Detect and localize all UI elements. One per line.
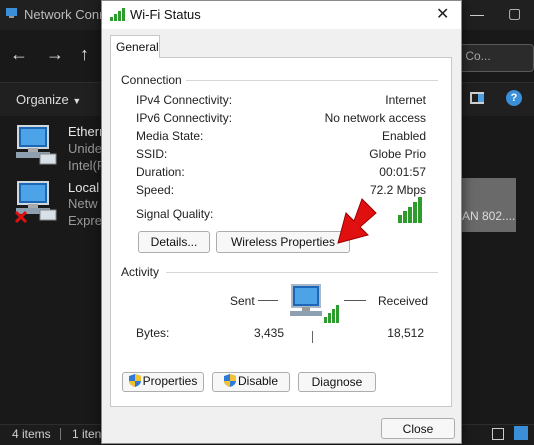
back-arrow-icon[interactable]: ← (10, 44, 28, 65)
received-label: Received (378, 294, 429, 308)
help-icon[interactable]: ? (506, 90, 522, 106)
organize-label: Organize (16, 92, 69, 107)
local-name: Local (68, 180, 100, 195)
bytes-sent-value: 3,435 (253, 326, 284, 340)
properties-button[interactable]: Properties (122, 372, 204, 392)
preview-pane-icon[interactable] (470, 92, 484, 104)
activity-divider (166, 272, 438, 273)
ethernet-line1: Unide (68, 141, 102, 156)
local-line1: Netw (68, 196, 98, 211)
ssid-value: Globe Prio (369, 147, 426, 161)
close-icon[interactable]: ✕ (436, 4, 449, 24)
signal-bars-icon (398, 197, 428, 223)
connection-divider (186, 80, 438, 81)
ipv4-label: IPv4 Connectivity: (136, 93, 233, 107)
uac-shield-icon (223, 374, 236, 390)
disable-button[interactable]: Disable (212, 372, 290, 392)
connection-heading: Connection (121, 73, 182, 87)
wifi-status-dialog: Wi-Fi Status ✕ General Connection IPv4 C… (101, 0, 462, 444)
network-activity-icon (290, 279, 340, 329)
chevron-down-icon: ▼ (72, 96, 82, 106)
signal-quality-label: Signal Quality: (136, 207, 214, 221)
media-state-label: Media State: (136, 129, 204, 143)
ipv4-value: Internet (385, 93, 426, 107)
details-button[interactable]: Details... (138, 231, 210, 253)
duration-value: 00:01:57 (379, 165, 426, 179)
explorer-title: Network Conn (24, 7, 107, 22)
properties-label: Properties (142, 374, 198, 389)
selected-adapter-text: AN 802.... (462, 209, 516, 223)
received-line (344, 300, 366, 301)
list-view-icon[interactable] (492, 428, 504, 440)
status-selected-count: 1 iten (72, 427, 102, 441)
organize-menu[interactable]: Organize ▼ (16, 92, 81, 107)
red-arrow-annotation (328, 197, 380, 249)
dialog-title: Wi-Fi Status (130, 7, 201, 22)
speed-value: 72.2 Mbps (369, 183, 426, 197)
tab-general-label: General (116, 40, 159, 54)
selected-adapter-item[interactable] (460, 178, 516, 232)
up-arrow-icon[interactable]: ↑ (80, 44, 89, 65)
tiles-view-icon[interactable] (514, 426, 528, 440)
speed-label: Speed: (136, 183, 175, 197)
network-connections-icon (6, 7, 18, 19)
ssid-label: SSID: (136, 147, 168, 161)
bytes-received-value: 18,512 (387, 326, 424, 340)
close-button[interactable]: Close (381, 418, 455, 439)
forward-arrow-icon[interactable]: → (46, 44, 64, 65)
diagnose-button[interactable]: Diagnose (298, 372, 376, 392)
status-item-count: 4 items (12, 427, 51, 441)
duration-label: Duration: (136, 165, 185, 179)
local-adapter-icon[interactable] (14, 180, 60, 226)
minimize-icon[interactable]: — (470, 6, 484, 22)
ethernet-adapter-icon[interactable] (14, 124, 60, 166)
sent-line (258, 300, 278, 301)
maximize-icon[interactable]: ▢ (508, 5, 521, 22)
ipv6-value: No network access (324, 111, 426, 125)
activity-heading: Activity (121, 265, 160, 279)
disable-label: Disable (237, 374, 279, 389)
sent-label: Sent (230, 294, 255, 308)
uac-shield-icon (128, 374, 141, 390)
ethernet-line2: Intel(F (68, 158, 105, 173)
wifi-signal-icon (110, 7, 128, 21)
status-divider (60, 428, 61, 440)
media-state-value: Enabled (381, 129, 426, 143)
ipv6-label: IPv6 Connectivity: (136, 111, 233, 125)
